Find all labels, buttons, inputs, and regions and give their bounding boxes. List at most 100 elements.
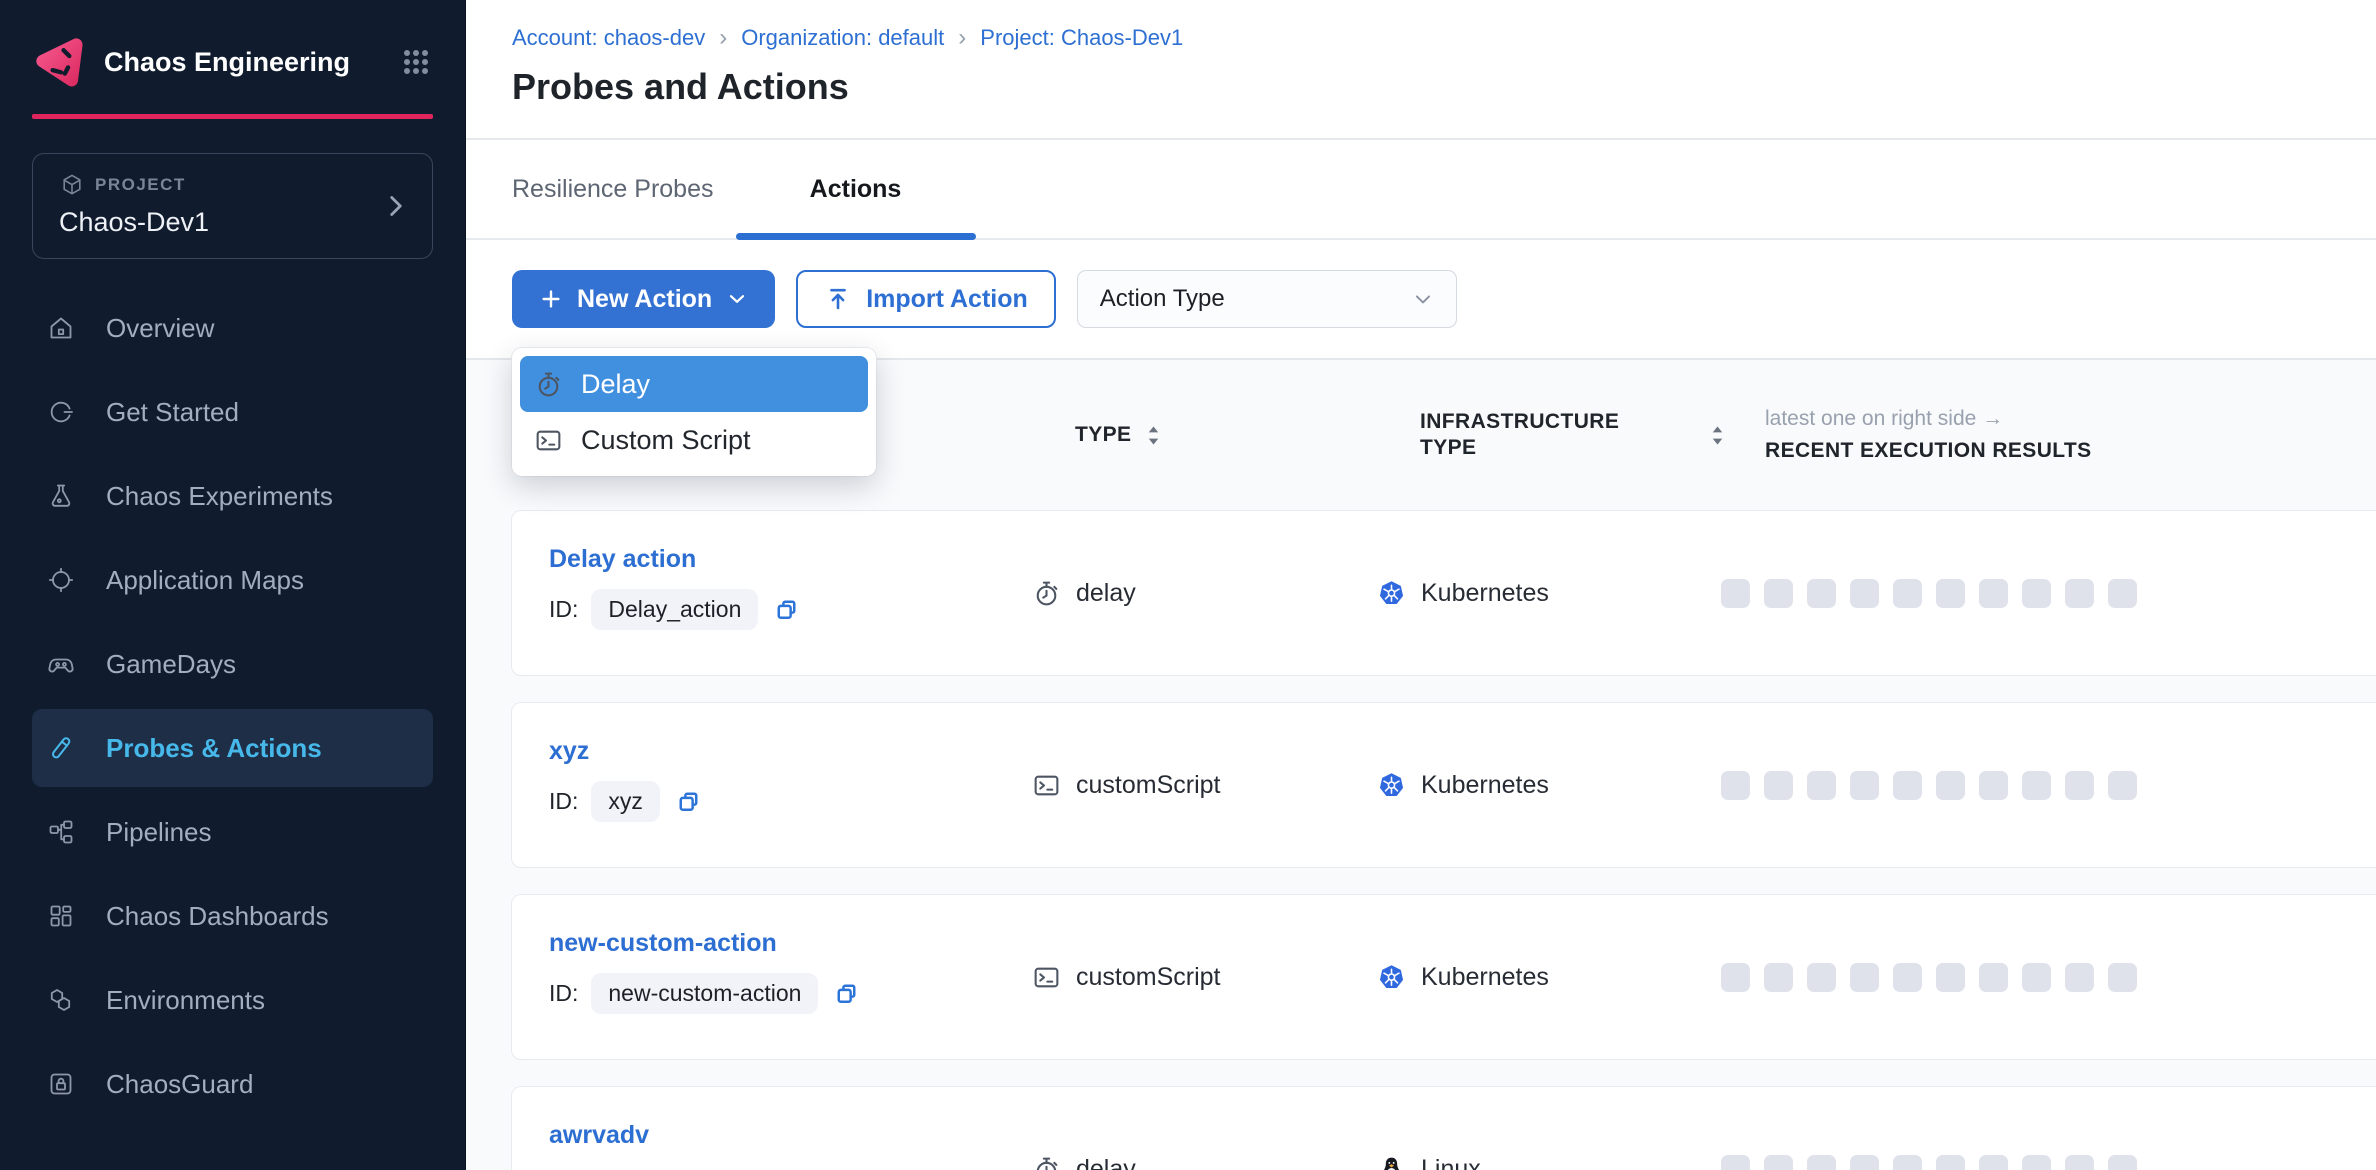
execution-result-placeholder [1850, 963, 1879, 992]
action-name-link[interactable]: Delay action [549, 545, 696, 574]
linux-icon [1376, 1154, 1407, 1170]
infrastructure-cell: Kubernetes [1376, 578, 1721, 609]
new-action-button[interactable]: New Action [512, 270, 775, 328]
infrastructure-type-column-header: INFRASTRUCTURE TYPE [1420, 409, 1765, 462]
execution-result-placeholder [1764, 1155, 1793, 1170]
sidebar-item-environments[interactable]: Environments [32, 961, 433, 1039]
action-type-text: delay [1076, 1155, 1136, 1170]
results-hint: latest one on right side → [1765, 407, 2376, 431]
sidebar-item-overview[interactable]: Overview [32, 289, 433, 367]
sidebar-item-chaos-experiments[interactable]: Chaos Experiments [32, 457, 433, 535]
recent-execution-results [1721, 1155, 2376, 1170]
sort-icon[interactable] [1146, 426, 1161, 445]
tab-bar: Resilience Probes Actions [466, 140, 2376, 240]
action-type-cell: customScript [1031, 962, 1376, 993]
stopwatch-icon [1031, 1154, 1062, 1170]
kubernetes-icon [1376, 770, 1407, 801]
brand-row: Chaos Engineering [0, 0, 465, 96]
execution-result-placeholder [1893, 963, 1922, 992]
sidebar-item-chaosguard[interactable]: ChaosGuard [32, 1045, 433, 1123]
tab-actions[interactable]: Actions [736, 140, 976, 238]
dashboard-icon [46, 901, 76, 931]
menu-item-custom-script[interactable]: Custom Script [520, 412, 868, 468]
execution-result-placeholder [2065, 963, 2094, 992]
sidebar-item-probes-actions[interactable]: Probes & Actions [32, 709, 433, 787]
execution-result-placeholder [1721, 963, 1750, 992]
sidebar-item-application-maps[interactable]: Application Maps [32, 541, 433, 619]
menu-item-delay[interactable]: Delay [520, 356, 868, 412]
sidebar-item-chaos-dashboards[interactable]: Chaos Dashboards [32, 877, 433, 955]
crosshair-icon [46, 565, 76, 595]
action-name-cell: new-custom-action ID: new-custom-action [512, 895, 1031, 1014]
breadcrumb-account-link[interactable]: Account: chaos-dev [512, 25, 705, 51]
action-type-text: customScript [1076, 963, 1220, 992]
infrastructure-cell: Kubernetes [1376, 962, 1721, 993]
sidebar-item-pipelines[interactable]: Pipelines [32, 793, 433, 871]
home-icon [46, 313, 76, 343]
plus-icon [538, 286, 564, 312]
gamepad-icon [46, 649, 76, 679]
execution-result-placeholder [2108, 1155, 2137, 1170]
action-type-text: customScript [1076, 771, 1220, 800]
execution-result-placeholder [1807, 963, 1836, 992]
page-title: Probes and Actions [512, 66, 2376, 108]
execution-result-placeholder [1936, 579, 1965, 608]
project-selector[interactable]: PROJECT Chaos-Dev1 [32, 153, 433, 259]
lock-icon [46, 1069, 76, 1099]
sidebar-item-get-started[interactable]: Get Started [32, 373, 433, 451]
copy-icon[interactable] [831, 978, 862, 1009]
table-row: Delay action ID: Delay_action delay [511, 510, 2376, 676]
action-name-cell: xyz ID: xyz [512, 703, 1031, 822]
action-type-cell: customScript [1031, 770, 1376, 801]
app-switcher-grid-icon[interactable] [395, 41, 437, 83]
action-type-cell: delay [1031, 578, 1376, 609]
action-type-select[interactable]: Action Type [1077, 270, 1457, 328]
main-content: Account: chaos-dev › Organization: defau… [466, 0, 2376, 1170]
project-name: Chaos-Dev1 [59, 207, 410, 238]
infrastructure-text: Kubernetes [1421, 771, 1549, 800]
app-root: Chaos Engineering PROJECT Chaos-Dev1 [0, 0, 2376, 1170]
infrastructure-cell: Linux [1376, 1154, 1721, 1170]
terminal-icon [1031, 962, 1062, 993]
harness-chaos-logo-icon [30, 33, 88, 91]
sort-icon[interactable] [1710, 426, 1725, 445]
execution-result-placeholder [1807, 579, 1836, 608]
sidebar: Chaos Engineering PROJECT Chaos-Dev1 [0, 0, 466, 1170]
infrastructure-text: Kubernetes [1421, 963, 1549, 992]
pipeline-icon [46, 817, 76, 847]
breadcrumb-project-link[interactable]: Project: Chaos-Dev1 [980, 25, 1183, 51]
execution-result-placeholder [1936, 771, 1965, 800]
action-id-value: Delay_action [591, 589, 758, 630]
terminal-icon [533, 425, 564, 456]
action-type-cell: delay [1031, 1154, 1376, 1170]
action-name-link[interactable]: new-custom-action [549, 929, 777, 958]
infrastructure-cell: Kubernetes [1376, 770, 1721, 801]
stopwatch-icon [1031, 578, 1062, 609]
infrastructure-text: Linux [1421, 1155, 1481, 1170]
execution-result-placeholder [1721, 579, 1750, 608]
execution-result-placeholder [2065, 771, 2094, 800]
execution-result-placeholder [1850, 1155, 1879, 1170]
execution-result-placeholder [1979, 1155, 2008, 1170]
execution-result-placeholder [1979, 579, 2008, 608]
sidebar-item-gamedays[interactable]: GameDays [32, 625, 433, 703]
execution-result-placeholder [1850, 771, 1879, 800]
get-started-icon [46, 397, 76, 427]
execution-result-placeholder [1807, 771, 1836, 800]
action-type-text: delay [1076, 579, 1136, 608]
execution-result-placeholder [2022, 963, 2051, 992]
recent-results-column-header: latest one on right side → RECENT EXECUT… [1765, 407, 2376, 463]
action-id-value: new-custom-action [591, 973, 818, 1014]
tab-resilience-probes[interactable]: Resilience Probes [512, 175, 714, 204]
execution-result-placeholder [1893, 771, 1922, 800]
action-name-link[interactable]: xyz [549, 737, 589, 766]
copy-icon[interactable] [673, 786, 704, 817]
copy-icon[interactable] [771, 594, 802, 625]
id-label: ID: [549, 788, 578, 815]
breadcrumb-separator: › [958, 24, 966, 52]
chevron-right-icon [380, 190, 412, 222]
execution-result-placeholder [1936, 1155, 1965, 1170]
import-action-button[interactable]: Import Action [796, 270, 1056, 328]
breadcrumb-organization-link[interactable]: Organization: default [741, 25, 944, 51]
action-name-link[interactable]: awrvadv [549, 1121, 649, 1150]
